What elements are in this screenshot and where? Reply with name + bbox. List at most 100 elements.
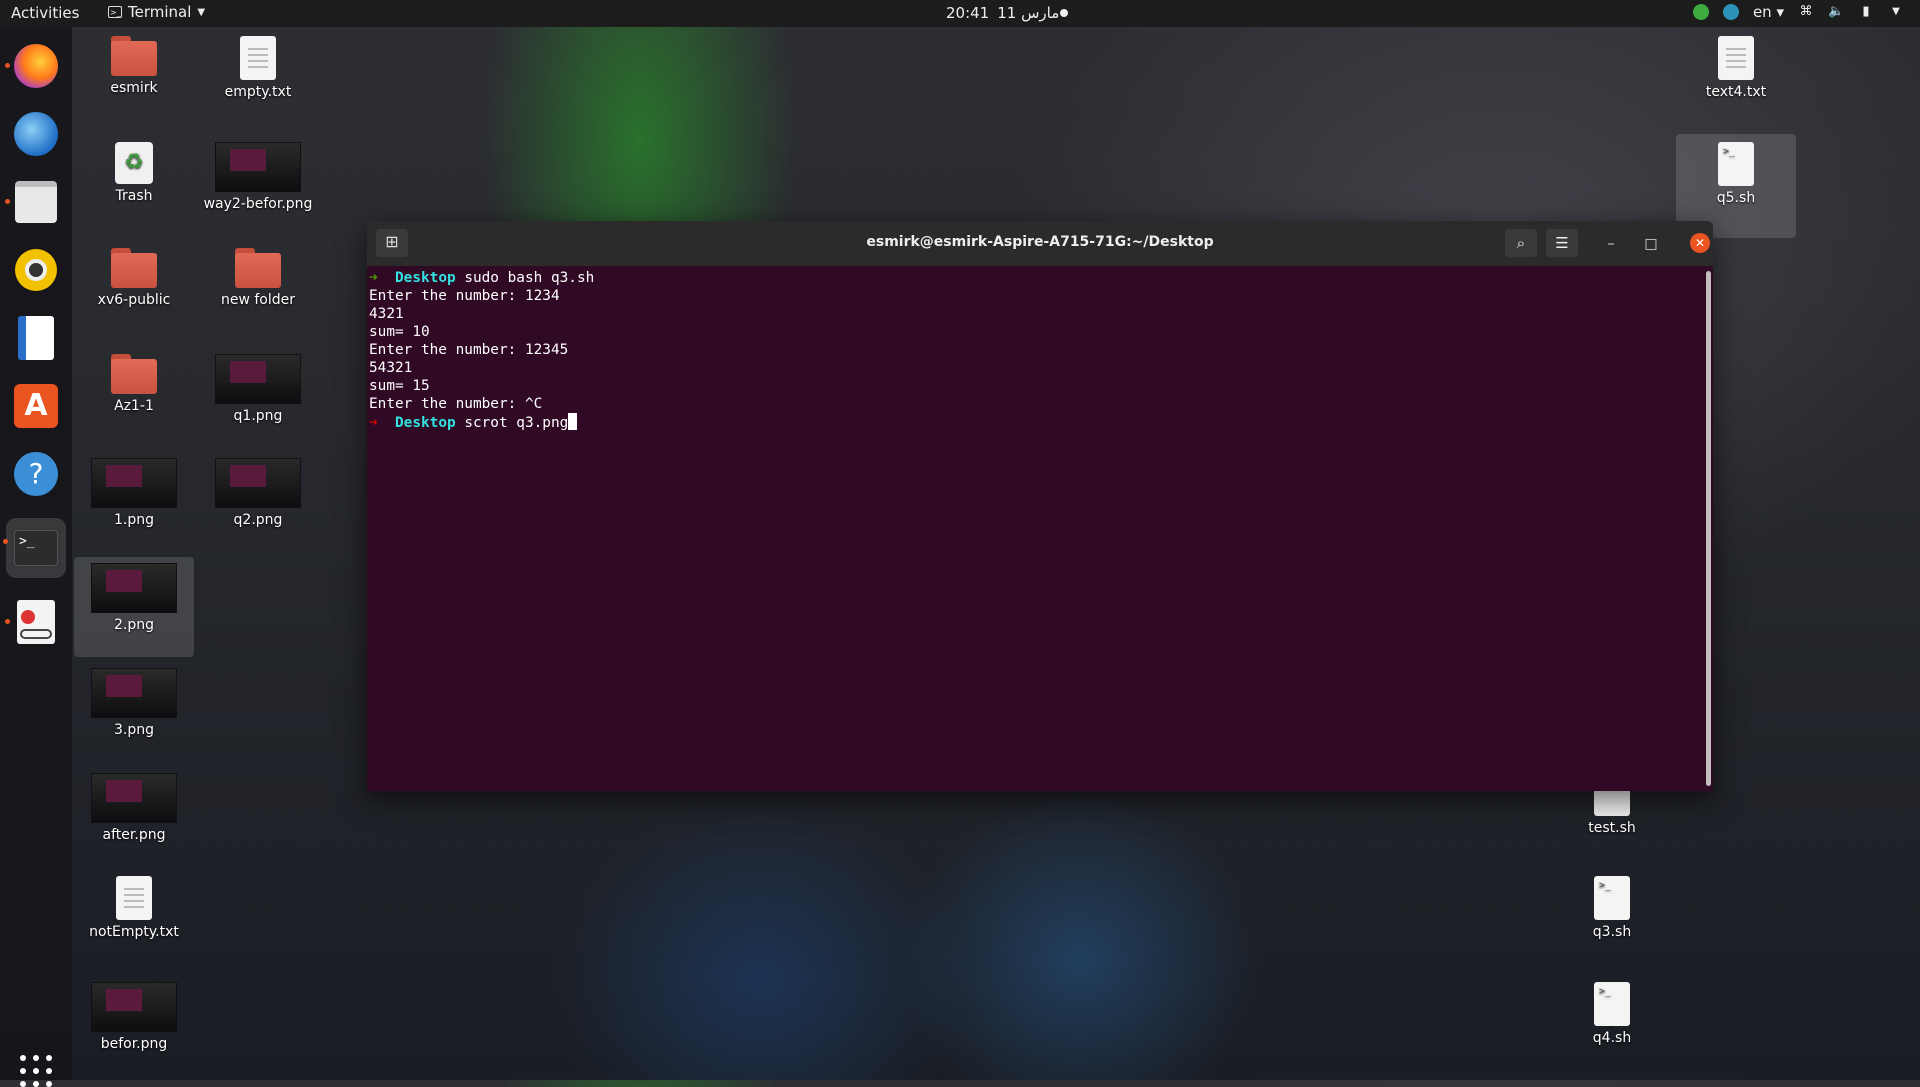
clock[interactable]: 20:41 11 مارس [946, 4, 1059, 22]
chevron-down-icon: ▼ [1892, 6, 1900, 17]
desktop-icon-label: Trash [115, 188, 153, 204]
thunderbird-icon[interactable] [12, 110, 60, 158]
minimize-button[interactable]: – [1601, 234, 1621, 254]
desktop-icon-label: xv6-public [97, 292, 171, 308]
top-bar: Activities >_ Terminal ▼ 20:41 11 مارس e… [0, 0, 1920, 27]
text-cursor [568, 413, 578, 430]
document-viewer-icon[interactable] [5, 598, 60, 646]
desktop-icon-3-png[interactable]: 3.png [74, 668, 194, 738]
terminal-icon: >_ [108, 6, 122, 18]
command-text: scrot q3.png [455, 415, 569, 431]
help-logo: ? [14, 452, 58, 496]
terminal-line: Enter the number: ^C [369, 395, 1701, 413]
scrollbar[interactable] [1706, 271, 1711, 786]
rhythmbox-icon[interactable] [12, 246, 60, 294]
running-indicator [5, 63, 10, 68]
output-text: Enter the number: 12345 [369, 342, 569, 358]
image-thumbnail-icon [91, 563, 177, 613]
hamburger-menu-icon: ☰ [1555, 234, 1569, 252]
prompt-directory: Desktop [377, 415, 456, 431]
desktop-icon-2-png[interactable]: 2.png [74, 563, 194, 633]
desktop-icon-test-sh[interactable]: test.sh [1552, 788, 1672, 836]
script-file-icon: >_ [1718, 142, 1754, 186]
running-indicator [5, 619, 10, 624]
prompt-arrow-icon: ➜ [369, 270, 378, 286]
folder-icon [235, 248, 281, 288]
home-folder-icon [111, 36, 157, 76]
desktop-icon-label: befor.png [100, 1036, 168, 1052]
desktop-icon-q3-sh[interactable]: >_ q3.sh [1552, 876, 1672, 940]
document-viewer-logo [17, 600, 55, 644]
maximize-button[interactable]: □ [1641, 234, 1661, 254]
chevron-down-icon: ▼ [197, 6, 206, 18]
desktop-icon-az1-1[interactable]: Az1-1 [74, 354, 194, 414]
activities-button[interactable]: Activities [11, 4, 79, 22]
terminal-titlebar[interactable]: ⊞ esmirk@esmirk-Aspire-A715-71G:~/Deskto… [367, 221, 1713, 266]
terminal-line: sum= 15 [369, 377, 1701, 395]
terminal-window[interactable]: ⊞ esmirk@esmirk-Aspire-A715-71G:~/Deskto… [367, 221, 1713, 791]
image-thumbnail-icon [91, 773, 177, 823]
text-file-icon [1718, 36, 1754, 80]
app-menu[interactable]: >_ Terminal ▼ [108, 3, 205, 21]
update-icon[interactable] [1722, 4, 1739, 20]
desktop-icon-xv6-public[interactable]: xv6-public [74, 248, 194, 308]
search-icon: ⌕ [1516, 234, 1526, 252]
desktop-icon-after-png[interactable]: after.png [74, 773, 194, 843]
show-applications-icon[interactable] [20, 1055, 52, 1087]
menu-button[interactable]: ☰ [1546, 229, 1578, 257]
desktop-icon-esmirk[interactable]: esmirk [74, 36, 194, 96]
desktop-icon-label: q1.png [233, 408, 283, 424]
output-text: sum= 10 [369, 324, 430, 340]
desktop-icon-1-png[interactable]: 1.png [74, 458, 194, 528]
dock: A ? >_ [0, 27, 72, 1087]
system-tray[interactable]: en ▾ ⌘ 🔈 ▮ ▼ [1692, 3, 1904, 21]
notification-dot-icon [1060, 9, 1068, 17]
terminal-output[interactable]: ➜ Desktop sudo bash q3.sh Enter the numbe… [369, 269, 1701, 791]
desktop-icon-befor-png[interactable]: befor.png [74, 982, 194, 1052]
desktop-icon-q2-png[interactable]: q2.png [198, 458, 318, 528]
desktop-icon-label: 3.png [113, 722, 154, 738]
desktop-icon-new-folder[interactable]: new folder [198, 248, 318, 308]
image-thumbnail-icon [215, 142, 301, 192]
desktop-icon-label: test.sh [1588, 820, 1636, 836]
desktop-icon-q4-sh[interactable]: >_ q4.sh [1552, 982, 1672, 1046]
clock-date: 11 مارس [997, 4, 1060, 22]
search-button[interactable]: ⌕ [1505, 229, 1537, 257]
language-indicator[interactable]: en ▾ [1753, 3, 1784, 21]
image-thumbnail-icon [215, 354, 301, 404]
script-file-icon [1594, 788, 1630, 816]
ubuntu-software-icon[interactable]: A [12, 382, 60, 430]
files-icon[interactable] [5, 178, 60, 226]
desktop-icon-way2-befor-png[interactable]: way2-befor.png [198, 142, 318, 212]
terminal-line: ➜ Desktop sudo bash q3.sh [369, 269, 1701, 287]
desktop-icon-text4-txt[interactable]: text4.txt [1676, 36, 1796, 100]
desktop-icon-empty-txt[interactable]: empty.txt [198, 36, 318, 100]
libreoffice-writer-icon[interactable] [12, 314, 60, 362]
help-icon[interactable]: ? [12, 450, 60, 498]
desktop-icon-q5-sh[interactable]: >_ q5.sh [1676, 142, 1796, 206]
terminal-icon[interactable]: >_ [3, 518, 66, 578]
prompt-arrow-icon: ➜ [369, 415, 378, 431]
folder-icon [111, 354, 157, 394]
close-button[interactable]: ✕ [1690, 233, 1710, 253]
desktop-icon-label: way2-befor.png [203, 196, 313, 212]
output-text: sum= 15 [369, 378, 430, 394]
script-file-icon: >_ [1594, 982, 1630, 1026]
desktop-icon-notempty-txt[interactable]: notEmpty.txt [74, 876, 194, 940]
desktop-icon-trash[interactable]: ♻ Trash [74, 142, 194, 204]
text-file-icon [116, 876, 152, 920]
folder-icon [111, 248, 157, 288]
writer-logo [18, 316, 54, 360]
firefox-icon[interactable] [5, 42, 60, 90]
prompt-directory: Desktop [377, 270, 456, 286]
command-text: sudo bash q3.sh [455, 270, 595, 286]
files-logo [15, 181, 57, 223]
firefox-logo [14, 44, 58, 88]
output-text: Enter the number: ^C [369, 396, 543, 412]
software-logo: A [14, 384, 58, 428]
desktop-icon-q1-png[interactable]: q1.png [198, 354, 318, 424]
desktop-icon-label: after.png [102, 827, 166, 843]
image-thumbnail-icon [91, 982, 177, 1032]
shield-check-icon[interactable] [1692, 4, 1709, 20]
desktop-icon-label: 1.png [113, 512, 154, 528]
